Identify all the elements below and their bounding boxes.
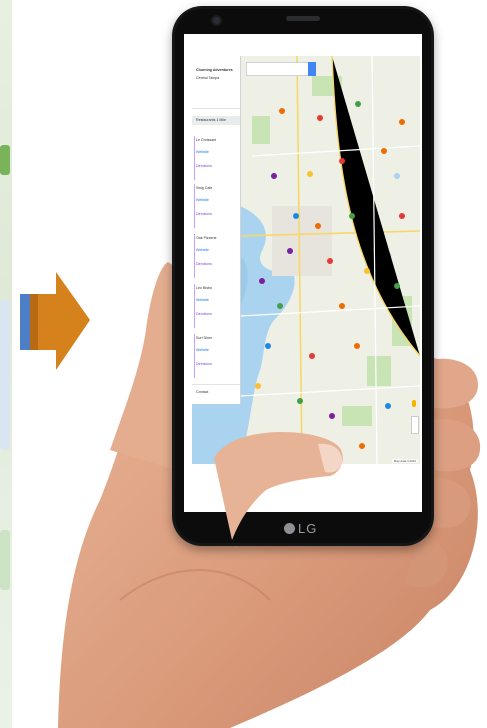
lg-logo-icon bbox=[284, 523, 295, 534]
thumb-overlay bbox=[214, 432, 343, 540]
brand-label: LG bbox=[298, 521, 318, 536]
phone-brand: LG bbox=[284, 521, 317, 536]
